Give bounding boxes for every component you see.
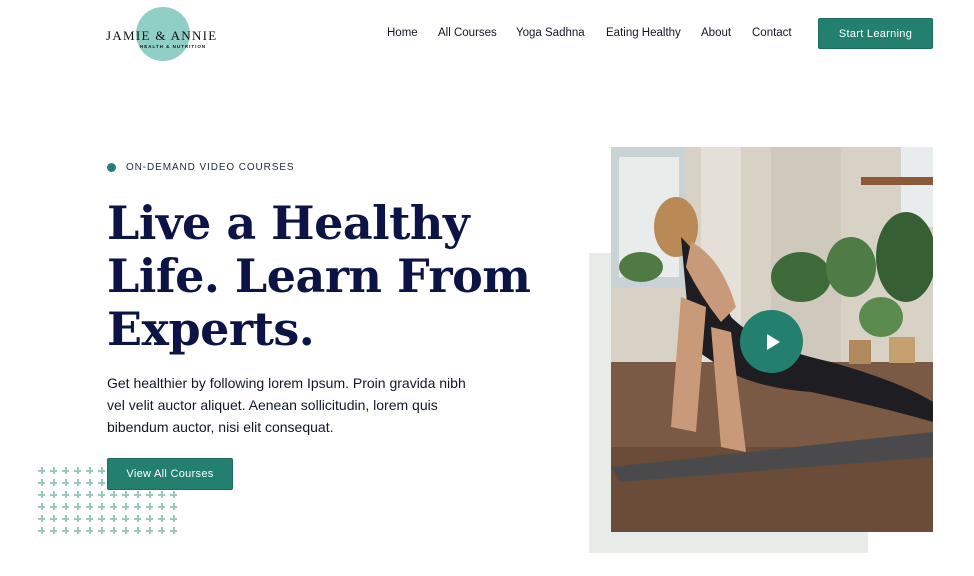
nav-item-home[interactable]: Home [387,27,418,39]
hero-paragraph: Get healthier by following lorem Ipsum. … [107,372,517,438]
plus-icon [98,491,105,498]
nav-item-about[interactable]: About [701,27,731,39]
plus-icon [38,479,45,486]
plus-icon [74,515,81,522]
plus-icon [110,515,117,522]
plus-icon [98,467,105,474]
plus-icon [146,527,153,534]
plus-icon [134,503,141,510]
plus-icon [158,515,165,522]
plus-icon [62,479,69,486]
plus-icon [134,515,141,522]
plus-icon [146,491,153,498]
plus-icon [62,503,69,510]
plus-icon [122,527,129,534]
plus-icon [158,527,165,534]
plus-icon [170,527,177,534]
plus-icon [122,503,129,510]
plus-icon [170,491,177,498]
plus-icon [134,527,141,534]
plus-icon [50,467,57,474]
plus-icon [170,515,177,522]
plus-icon [38,527,45,534]
hero-headline: Live a Healthy Life. Learn From Experts. [107,197,547,356]
plus-icon [146,503,153,510]
plus-icon [98,515,105,522]
play-icon [767,333,780,350]
plus-icon [62,527,69,534]
brand-tagline: HEALTH & NUTRITION [140,44,207,49]
plus-icon [86,503,93,510]
plus-icon [86,479,93,486]
plus-icon [170,503,177,510]
plus-icon [158,503,165,510]
nav-item-contact[interactable]: Contact [752,27,792,39]
plus-icon [62,491,69,498]
nav-item-yoga-sadhna[interactable]: Yoga Sadhna [516,27,585,39]
plus-icon [110,491,117,498]
plus-icon [74,503,81,510]
plus-icon [50,479,57,486]
brand-logo[interactable]: JAMIE & ANNIE HEALTH & NUTRITION [106,6,226,62]
nav-item-eating-healthy[interactable]: Eating Healthy [606,27,681,39]
plus-icon [50,503,57,510]
headline-line: Life. Learn From [107,249,531,303]
plus-icon [98,479,105,486]
headline-line: Experts. [107,302,315,356]
paragraph-line: Get healthier by following lorem Ipsum. … [107,375,466,391]
plus-icon [74,479,81,486]
plus-icon [38,467,45,474]
plus-icon [110,527,117,534]
plus-icon [158,491,165,498]
plus-icon [38,503,45,510]
plus-icon [134,491,141,498]
plus-icon [86,491,93,498]
paragraph-line: bibendum auctor, nisi elit consequat. [107,419,334,435]
plus-icon [50,491,57,498]
plus-icon [38,491,45,498]
eyebrow-text: ON-DEMAND VIDEO COURSES [126,162,295,173]
plus-icon [74,467,81,474]
plus-icon [86,515,93,522]
plus-icon [146,515,153,522]
plus-icon [74,491,81,498]
plus-icon [98,527,105,534]
start-learning-button[interactable]: Start Learning [818,18,933,49]
plus-icon [50,527,57,534]
plus-icon [122,491,129,498]
plus-icon [38,515,45,522]
plus-icon [86,527,93,534]
eyebrow: ON-DEMAND VIDEO COURSES [107,162,295,173]
headline-line: Live a Healthy [107,196,470,250]
play-button[interactable] [740,310,803,373]
plus-icon [122,515,129,522]
nav-item-all-courses[interactable]: All Courses [438,27,497,39]
plus-icon [98,503,105,510]
paragraph-line: vel velit auctor aliquet. Aenean sollici… [107,397,438,413]
view-all-courses-button[interactable]: View All Courses [107,458,233,490]
plus-icon [62,467,69,474]
eyebrow-dot-icon [107,163,116,172]
plus-icon [110,503,117,510]
plus-icon [62,515,69,522]
brand-name: JAMIE & ANNIE [106,28,218,43]
plus-icon [50,515,57,522]
plus-icon [74,527,81,534]
plus-icon [86,467,93,474]
